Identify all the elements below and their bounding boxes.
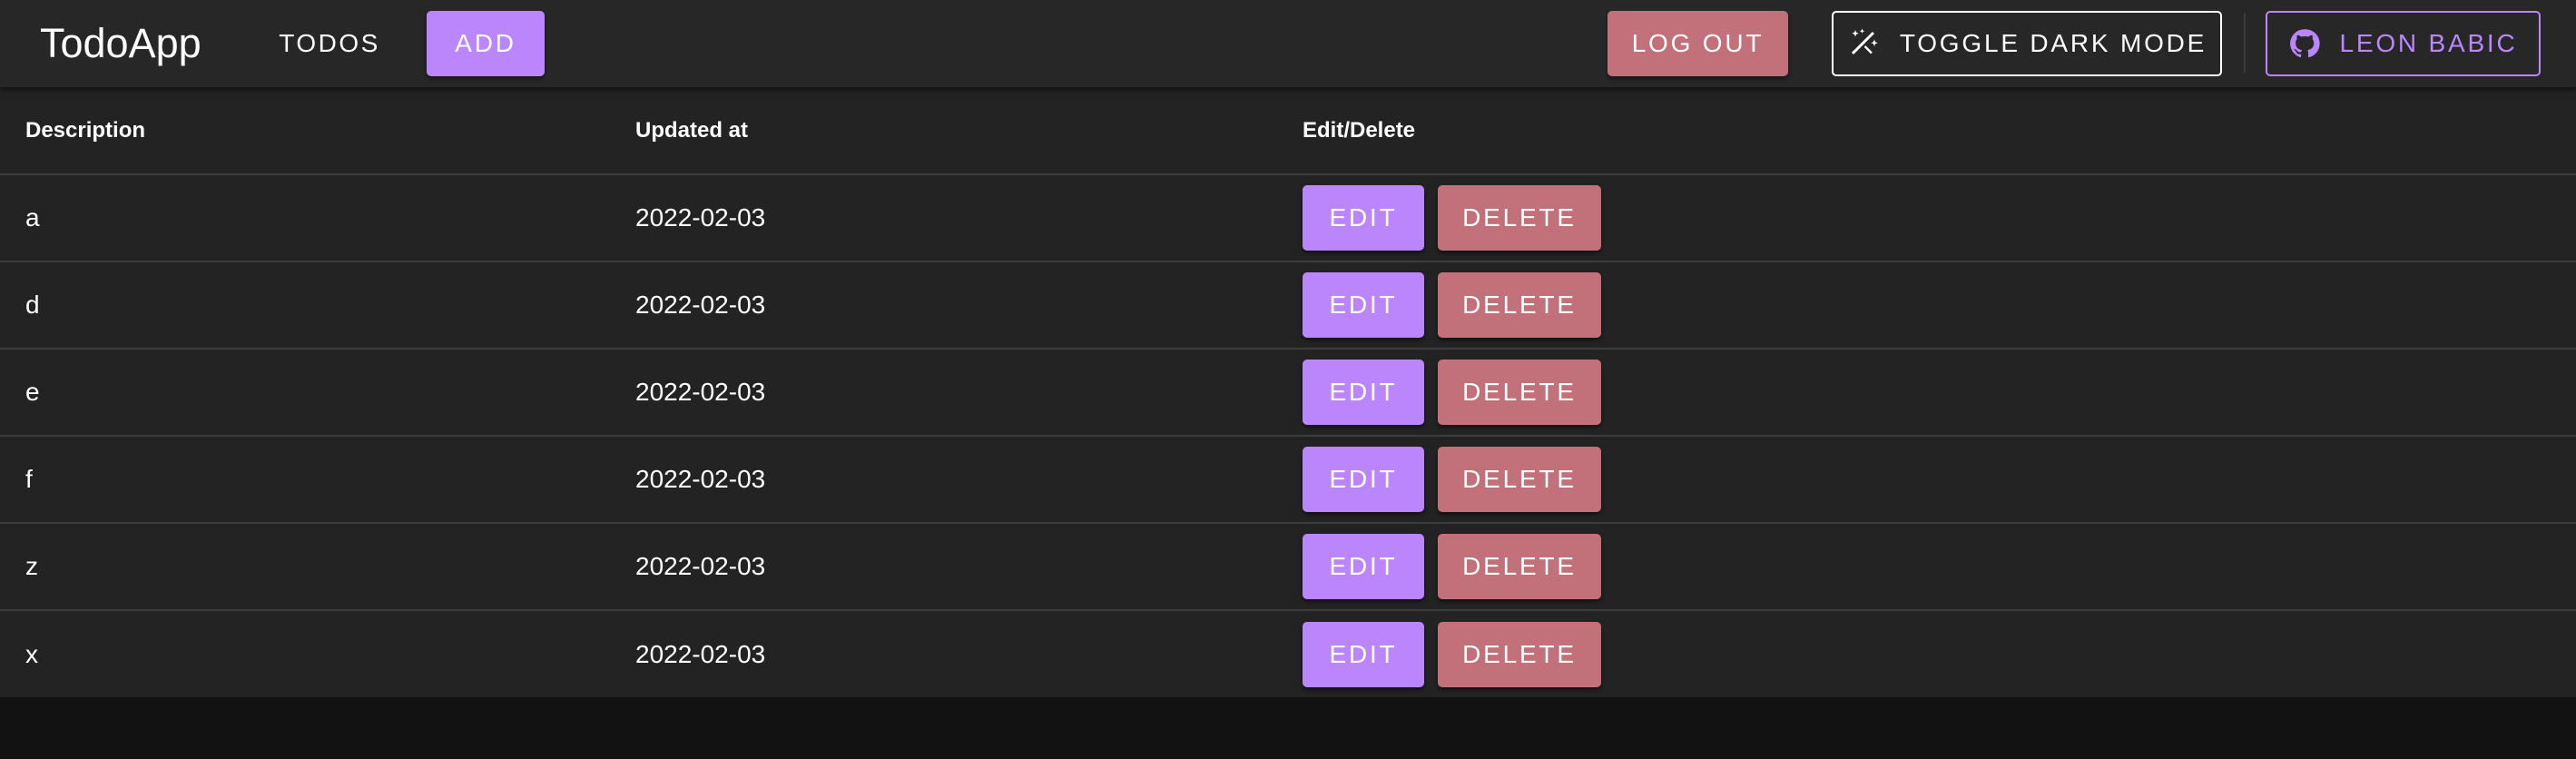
table-row: e 2022-02-03 EDIT DELETE — [0, 349, 2576, 437]
app-bar: TodoApp TODOS ADD LOG OUT TOGGLE DARK MO… — [0, 0, 2576, 87]
row-description: a — [0, 174, 610, 262]
row-actions: EDIT DELETE — [1277, 261, 2576, 350]
table-header-row: Description Updated at Edit/Delete — [0, 87, 2576, 175]
row-description: f — [0, 436, 610, 524]
add-button[interactable]: ADD — [427, 11, 545, 76]
delete-button[interactable]: DELETE — [1438, 534, 1601, 599]
todos-table: Description Updated at Edit/Delete a 202… — [0, 87, 2576, 697]
row-description: d — [0, 261, 610, 350]
header-description: Description — [0, 87, 610, 175]
row-updated-at: 2022-02-03 — [610, 261, 1277, 350]
row-description: x — [25, 639, 38, 668]
row-updated-at: 2022-02-03 — [610, 436, 1277, 524]
nav-todos-link[interactable]: TODOS — [263, 18, 396, 69]
github-profile-label: LEON BABIC — [2339, 29, 2518, 57]
row-updated-at: 2022-02-03 — [610, 523, 1277, 611]
github-profile-button[interactable]: LEON BABIC — [2266, 11, 2541, 76]
logout-button[interactable]: LOG OUT — [1608, 11, 1788, 76]
app-title: TodoApp — [40, 20, 202, 66]
table-row: a 2022-02-03 EDIT DELETE — [0, 174, 2576, 262]
row-description: z — [0, 523, 610, 611]
todos-table-container: Description Updated at Edit/Delete a 202… — [0, 87, 2576, 697]
delete-button[interactable]: DELETE — [1438, 360, 1601, 425]
table-row: z 2022-02-03 EDIT DELETE — [0, 523, 2576, 611]
row-updated-at: 2022-02-03 — [610, 174, 1277, 262]
dark-mode-wand-icon — [1847, 27, 1880, 60]
toggle-dark-mode-button[interactable]: TOGGLE DARK MODE — [1832, 11, 2222, 76]
delete-button[interactable]: DELETE — [1438, 185, 1601, 251]
table-row: d 2022-02-03 EDIT DELETE — [0, 261, 2576, 350]
edit-button[interactable]: EDIT — [1303, 185, 1424, 251]
table-row: f 2022-02-03 EDIT DELETE — [0, 436, 2576, 524]
edit-button[interactable]: EDIT — [1303, 272, 1424, 338]
toggle-dark-mode-label: TOGGLE DARK MODE — [1899, 29, 2207, 57]
row-description: e — [0, 349, 610, 437]
edit-button[interactable]: EDIT — [1303, 447, 1424, 512]
delete-button[interactable]: DELETE — [1438, 272, 1601, 338]
row-actions: EDIT DELETE — [1277, 174, 2576, 262]
row-actions: EDIT DELETE — [1277, 349, 2576, 437]
header-updated-at: Updated at — [610, 87, 1277, 175]
github-icon — [2288, 27, 2321, 60]
row-actions: EDIT DELETE — [1277, 436, 2576, 524]
header-edit-delete: Edit/Delete — [1277, 87, 2576, 175]
row-actions: EDIT DELETE — [1277, 610, 2576, 697]
row-updated-at: 2022-02-03 — [635, 639, 766, 668]
appbar-divider — [2244, 13, 2246, 73]
table-row: x 2022-02-03 EDIT DELETE — [0, 610, 2576, 697]
edit-button[interactable]: EDIT — [1303, 360, 1424, 425]
delete-button[interactable]: DELETE — [1438, 447, 1601, 512]
row-updated-at: 2022-02-03 — [610, 349, 1277, 437]
row-actions: EDIT DELETE — [1277, 523, 2576, 611]
delete-button[interactable]: DELETE — [1438, 621, 1601, 687]
edit-button[interactable]: EDIT — [1303, 621, 1424, 687]
edit-button[interactable]: EDIT — [1303, 534, 1424, 599]
